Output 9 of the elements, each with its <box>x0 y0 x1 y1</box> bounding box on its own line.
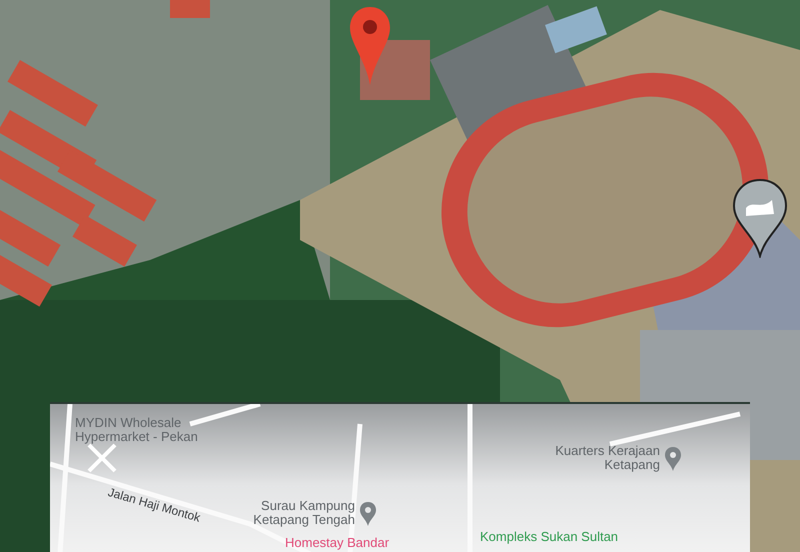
place-label[interactable]: Homestay Bandar <box>285 536 390 550</box>
street-label[interactable]: Jalan Haji Montok <box>106 486 202 525</box>
place-label[interactable]: Kompleks Sukan Sultan <box>480 530 618 544</box>
place-label[interactable]: MYDIN Wholesale Hypermarket - Pekan <box>75 416 225 445</box>
map-preview-panel[interactable]: MYDIN Wholesale Hypermarket - Pekan Kuarters Kerajaan Ketapang Jalan Haji Montok Surau Kampung Ketapang Tengah Homestay Bandar Kompleks Sukan Sultan <box>50 402 750 552</box>
map-pin-icon[interactable] <box>732 178 788 258</box>
place-label[interactable]: Kuarters Kerajaan Ketapang <box>520 444 660 473</box>
place-label[interactable]: Surau Kampung Ketapang Tengah <box>220 499 355 528</box>
location-pin-icon[interactable] <box>348 5 392 87</box>
